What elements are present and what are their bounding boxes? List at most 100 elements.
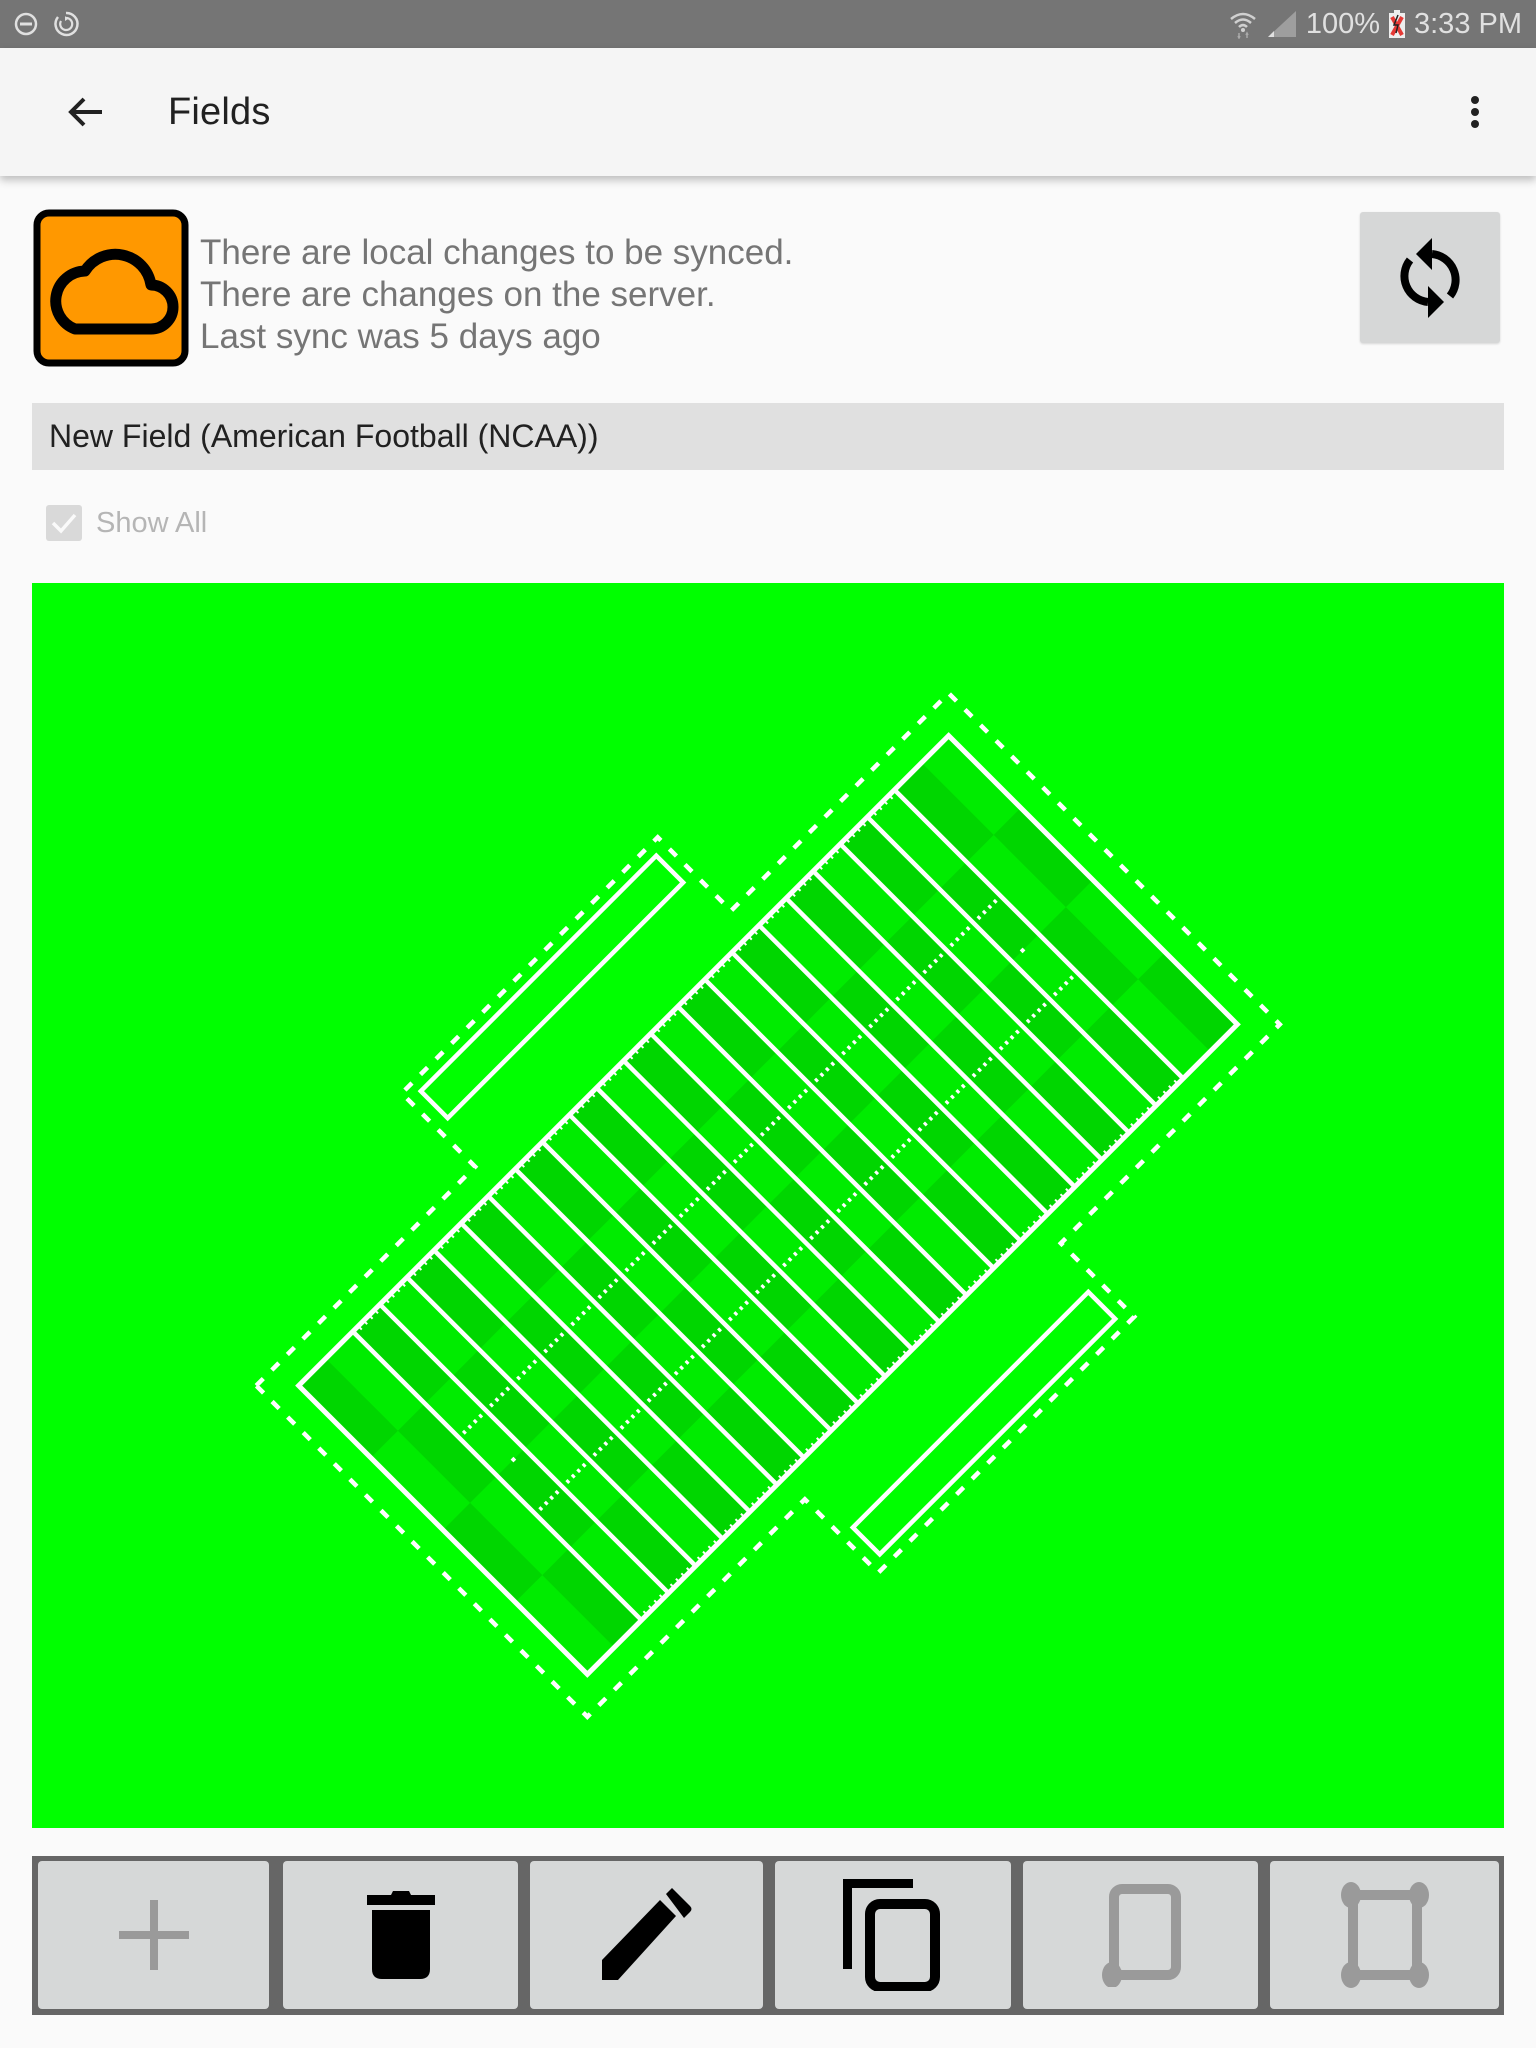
hash-mark (819, 1072, 825, 1078)
hash-mark (797, 1093, 803, 1099)
hash-mark (565, 1479, 571, 1484)
hash-mark (711, 1180, 717, 1186)
sync-button[interactable] (1360, 212, 1500, 343)
hash-mark (787, 1256, 793, 1262)
hash-mark (846, 1045, 852, 1051)
hash-mark (570, 1473, 576, 1479)
hash-mark (949, 942, 955, 948)
hash-mark (603, 1441, 609, 1447)
delete-icon (366, 1891, 435, 1979)
sync-status-text: There are local changes to be synced. Th… (200, 232, 793, 358)
hash-mark (716, 1175, 722, 1181)
hash-mark (851, 1039, 857, 1045)
hash-mark (928, 1116, 934, 1122)
hash-mark (673, 1370, 679, 1376)
hash-mark (662, 1381, 668, 1387)
hash-mark (944, 1099, 950, 1105)
edit-corner-button[interactable] (1023, 1861, 1258, 2009)
hash-mark (494, 1397, 500, 1403)
hash-mark (819, 1224, 825, 1230)
hash-mark (857, 1034, 863, 1040)
hash-mark (803, 1088, 809, 1094)
hash-mark (749, 1142, 754, 1148)
hash-mark (895, 996, 901, 1002)
hash-mark (911, 980, 917, 986)
hash-mark (521, 1370, 527, 1376)
overflow-menu-button[interactable] (1460, 88, 1490, 136)
hash-mark (472, 1418, 478, 1424)
cell-signal-icon (1267, 11, 1296, 37)
hash-mark (1025, 1018, 1031, 1024)
hash-mark (809, 1235, 815, 1241)
hash-mark (933, 1110, 939, 1116)
hash-mark (543, 1500, 549, 1506)
hash-mark (1063, 980, 1069, 986)
delete-button[interactable] (283, 1861, 518, 2009)
football-field[interactable] (183, 620, 1353, 1790)
hash-mark (570, 1321, 576, 1327)
field-selector[interactable]: New Field (American Football (NCAA)) (32, 403, 1504, 470)
bottom-toolbar (32, 1856, 1504, 2015)
hash-mark (624, 1267, 630, 1273)
hash-mark (743, 1148, 749, 1154)
hash-mark (581, 1310, 587, 1316)
hash-mark (548, 1343, 554, 1349)
hash-mark (906, 985, 912, 991)
hash-mark (619, 1424, 625, 1430)
hash-mark (922, 969, 928, 975)
edit-corners-button[interactable] (1270, 1861, 1499, 2009)
copy-button[interactable] (775, 1861, 1011, 2009)
hash-mark (879, 1012, 884, 1018)
hash-mark (646, 1397, 652, 1403)
battery-percent: 100% (1305, 7, 1380, 40)
hash-mark (771, 1273, 777, 1279)
page-title: Fields (168, 91, 271, 133)
hash-mark (922, 1121, 928, 1127)
hash-mark (727, 1316, 733, 1322)
edit-button[interactable] (530, 1861, 763, 2009)
check-icon (51, 513, 77, 534)
hash-mark (554, 1489, 560, 1495)
hash-mark (738, 1305, 744, 1311)
hash-mark (884, 1007, 890, 1013)
hash-mark (1036, 1007, 1042, 1013)
back-button[interactable] (62, 88, 114, 136)
checkbox-box[interactable] (46, 505, 82, 541)
hash-mark (863, 1181, 869, 1187)
hash-mark (538, 1506, 544, 1512)
do-not-disturb-icon (14, 12, 38, 36)
field-map-canvas[interactable] (32, 583, 1504, 1828)
hash-mark (656, 1234, 662, 1240)
hash-mark (836, 1208, 842, 1214)
sync-line-last: Last sync was 5 days ago (200, 317, 601, 356)
hash-mark (1004, 1040, 1010, 1046)
hash-mark (852, 1191, 858, 1197)
add-button[interactable] (38, 1861, 269, 2009)
battery-charging-icon (1389, 10, 1405, 38)
hash-mark (635, 1408, 641, 1414)
hash-mark (1058, 986, 1064, 992)
hash-mark (721, 1169, 727, 1175)
hash-mark (532, 1359, 538, 1365)
hash-mark (1069, 975, 1075, 981)
hash-mark (895, 1148, 901, 1154)
hash-mark (592, 1451, 598, 1457)
hash-mark (516, 1375, 522, 1381)
hash-mark (949, 1094, 955, 1100)
hash-mark (814, 1077, 819, 1083)
show-all-checkbox[interactable]: Show All (46, 505, 207, 541)
hash-mark (678, 1213, 684, 1219)
field-map[interactable] (32, 583, 1504, 1828)
hash-mark (549, 1495, 555, 1501)
hash-mark (900, 991, 906, 996)
hash-mark (971, 1072, 977, 1078)
hash-mark (998, 1045, 1004, 1051)
sync-circle-icon (54, 11, 79, 37)
hash-mark (738, 1153, 744, 1159)
cloud-icon (33, 209, 189, 367)
hash-mark (776, 1115, 782, 1121)
hash-mark (927, 963, 933, 969)
arrow-back-icon (68, 97, 102, 127)
hash-mark (765, 1278, 771, 1284)
copy-icon (843, 1879, 940, 1991)
